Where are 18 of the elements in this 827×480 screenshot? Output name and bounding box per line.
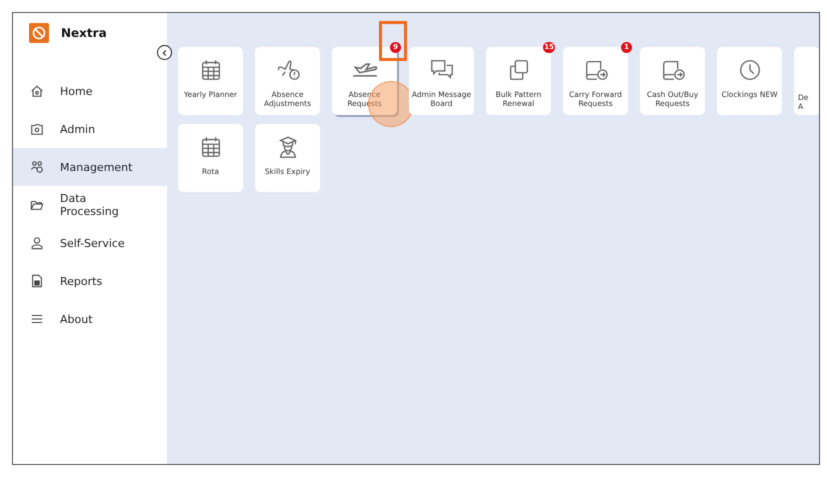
- collapse-button[interactable]: [157, 45, 172, 60]
- admin-icon: [30, 122, 44, 136]
- plane-icon: [352, 63, 378, 77]
- folder-icon: [30, 198, 44, 212]
- nav-item[interactable]: Admin: [13, 110, 167, 148]
- logo-icon: [29, 23, 49, 43]
- report-icon: [30, 274, 44, 288]
- person-icon: [30, 236, 44, 250]
- nav-item[interactable]: Data Processing: [13, 186, 167, 224]
- nav-item[interactable]: Self-Service: [13, 224, 167, 262]
- nav-item[interactable]: Reports: [13, 262, 167, 300]
- menu-icon: [30, 312, 44, 326]
- nav-item[interactable]: Home: [13, 72, 167, 110]
- people-icon: [30, 160, 44, 174]
- nav-item[interactable]: About: [13, 300, 167, 338]
- home-icon: [30, 84, 44, 98]
- nav-item[interactable]: Management: [13, 148, 167, 186]
- brand-name: Nextra: [61, 26, 107, 40]
